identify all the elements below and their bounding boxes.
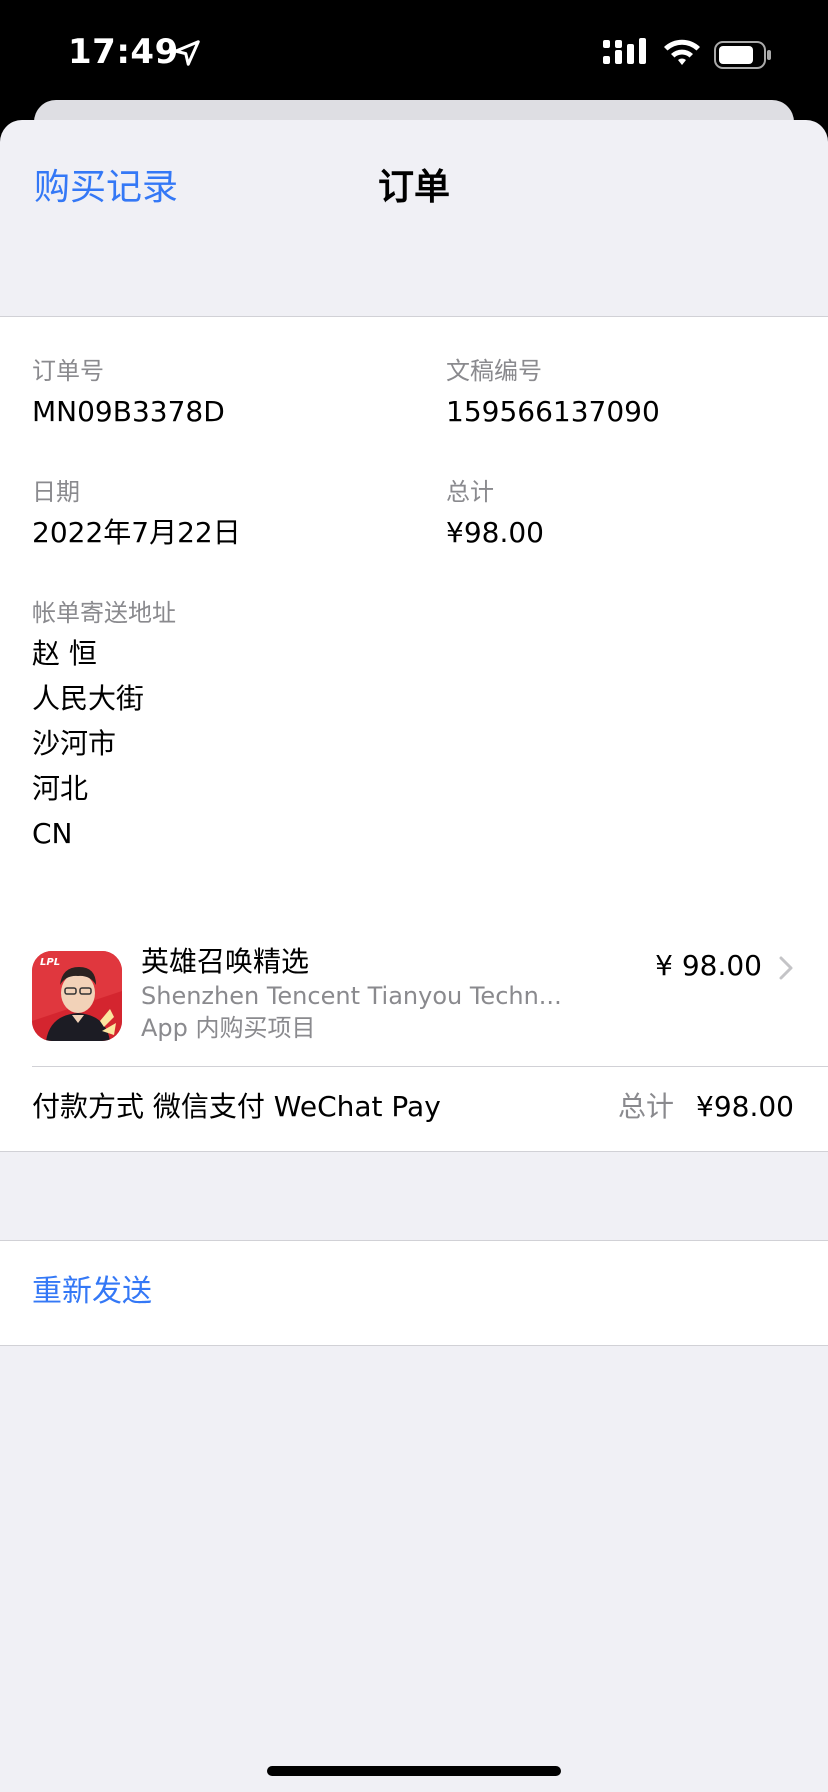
item-developer: Shenzhen Tencent Tianyou Techn... xyxy=(141,982,562,1010)
payment-row: 付款方式 微信支付 WeChat Pay 总计 ¥98.00 xyxy=(0,1067,828,1152)
document-number-field: 文稿编号 159566137090 xyxy=(446,355,660,433)
app-icon-badge: LPL xyxy=(40,957,61,968)
home-indicator[interactable] xyxy=(267,1766,561,1776)
billing-address: 赵 恒 人民大街 沙河市 河北 CN xyxy=(32,631,176,856)
date-label: 日期 xyxy=(32,478,80,506)
order-number-value: MN09B3378D xyxy=(32,395,225,428)
wifi-icon xyxy=(664,39,700,65)
order-sheet: 购买记录 订单 订单号 MN09B3378D 文稿编号 159566137090… xyxy=(0,120,828,1792)
date-value: 2022年7月22日 xyxy=(32,516,241,549)
location-arrow-icon xyxy=(174,40,200,66)
cellular-signal-icon xyxy=(603,38,646,64)
app-icon: LPL xyxy=(32,951,122,1041)
total-label: 总计 xyxy=(446,478,494,506)
address-line-city: 沙河市 xyxy=(32,727,117,760)
address-line-name: 赵 恒 xyxy=(32,637,97,670)
screen: 17:49 购买记录 订单 订单号 MN09B3378D 文稿编号 159566… xyxy=(0,0,828,1792)
status-bar: 17:49 xyxy=(0,0,828,100)
item-price: ¥ 98.00 xyxy=(655,949,762,982)
payment-method: 付款方式 微信支付 WeChat Pay xyxy=(32,1090,441,1123)
order-number-field: 订单号 MN09B3378D xyxy=(32,355,225,433)
order-number-label: 订单号 xyxy=(32,357,104,385)
battery-icon xyxy=(714,41,771,69)
billing-address-label: 帐单寄送地址 xyxy=(32,599,176,627)
page-title: 订单 xyxy=(377,167,450,208)
item-title: 英雄召唤精选 xyxy=(141,945,310,978)
chevron-right-icon xyxy=(779,956,793,980)
address-line-country: CN xyxy=(32,817,73,850)
total-field: 总计 ¥98.00 xyxy=(446,476,544,554)
resend-row[interactable]: 重新发送 xyxy=(0,1240,828,1346)
address-line-street: 人民大街 xyxy=(32,682,145,715)
total-value: ¥98.00 xyxy=(446,516,544,549)
purchased-item-row[interactable]: LPL 英雄召唤精选 Shenzhen Tencent Tianyou Tech… xyxy=(0,929,828,1067)
address-line-province: 河北 xyxy=(32,772,89,805)
billing-address-field: 帐单寄送地址 赵 恒 人民大街 沙河市 河北 CN xyxy=(32,597,176,856)
status-time: 17:49 xyxy=(68,32,179,72)
item-type: App 内购买项目 xyxy=(141,1014,316,1042)
date-field: 日期 2022年7月22日 xyxy=(32,476,241,554)
document-number-value: 159566137090 xyxy=(446,395,660,428)
document-number-label: 文稿编号 xyxy=(446,357,542,385)
payment-total-label: 总计 xyxy=(617,1090,674,1123)
payment-total-value: ¥98.00 xyxy=(696,1090,794,1123)
order-info-card: 订单号 MN09B3378D 文稿编号 159566137090 日期 2022… xyxy=(0,316,828,930)
resend-button[interactable]: 重新发送 xyxy=(32,1271,152,1313)
